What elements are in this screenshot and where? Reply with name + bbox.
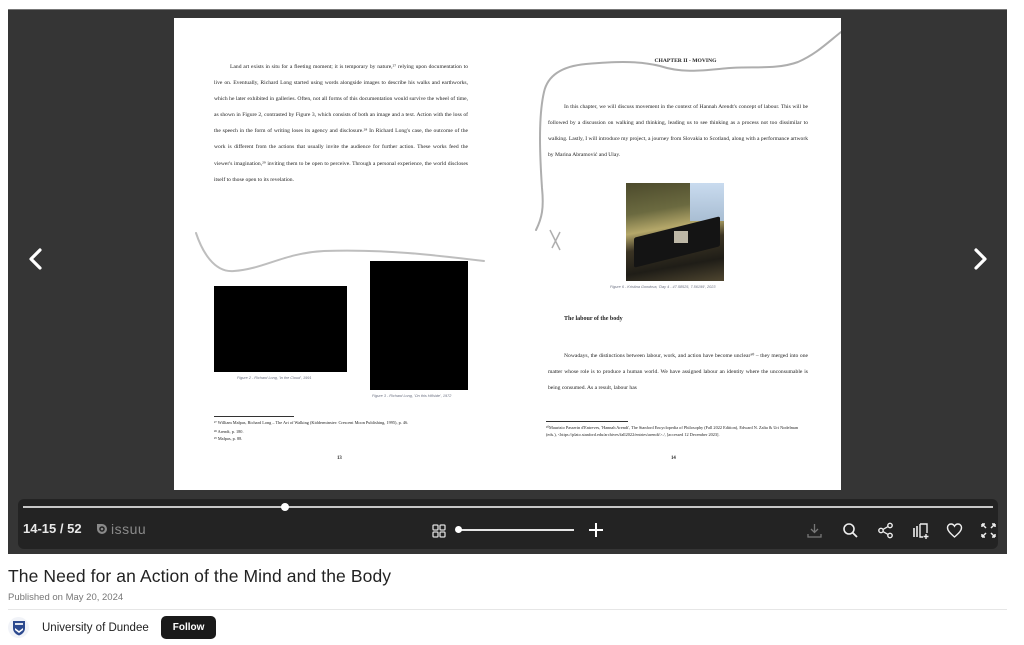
publisher-name[interactable]: University of Dundee: [42, 622, 149, 634]
footnote-27: ²⁷ William Malpas, Richard Long – The Ar…: [214, 420, 409, 425]
share-button[interactable]: [877, 522, 894, 539]
figure-2-image: [214, 286, 347, 372]
next-page-button[interactable]: [966, 242, 994, 276]
page-number-left: 13: [337, 456, 342, 461]
zoom-slider[interactable]: [455, 526, 574, 533]
document-title: The Need for an Action of the Mind and t…: [8, 566, 392, 586]
photo-glass: [674, 231, 688, 243]
chevron-left-icon: [29, 248, 42, 270]
issuu-logo[interactable]: issuu: [96, 521, 146, 537]
zoom-slider-thumb[interactable]: [455, 526, 462, 533]
document-viewer: Land art exists in situ for a fleeting m…: [8, 9, 1007, 554]
fullscreen-icon: [981, 523, 996, 538]
page-indicator: 14-15 / 52: [23, 521, 82, 536]
share-icon: [878, 522, 893, 539]
heart-icon: [946, 523, 963, 538]
footnote-rule: [546, 421, 628, 422]
figure-6-caption: Figure 6 - Kristina Gondova, 'Day 4 - 47…: [610, 285, 716, 289]
figure-3-image: [370, 261, 468, 390]
section-heading: The labour of the body: [564, 316, 623, 322]
add-to-stack-button[interactable]: [912, 522, 929, 539]
footnote-30: ³⁰Maurizio Passerin d'Entreves, 'Hannah …: [546, 425, 799, 437]
university-crest-icon: [12, 620, 25, 635]
chevron-right-icon: [974, 248, 987, 270]
search-icon: [843, 523, 858, 538]
publisher-avatar[interactable]: [8, 617, 29, 638]
page-progress-slider[interactable]: [23, 503, 993, 511]
grid-icon[interactable]: [432, 524, 446, 538]
left-footnotes: ²⁷ William Malpas, Richard Long – The Ar…: [214, 420, 474, 442]
download-button[interactable]: [806, 522, 823, 539]
footnote-29: ²⁹ Malpas, p. 88.: [214, 435, 243, 441]
photo-sky: [690, 183, 724, 221]
publish-date: Published on May 20, 2024: [8, 592, 124, 603]
left-page: Land art exists in situ for a fleeting m…: [174, 18, 530, 490]
divider: [8, 609, 1007, 610]
page-progress-thumb[interactable]: [280, 503, 289, 511]
section-paragraph: Nowadays, the distinctions between labou…: [548, 353, 808, 392]
download-icon: [807, 524, 822, 538]
plus-icon[interactable]: [588, 521, 604, 539]
publisher-row: University of Dundee Follow: [8, 616, 217, 639]
footnote-28: ²⁸ Arendt, p. 180.: [214, 428, 244, 434]
brand-name: issuu: [111, 521, 147, 537]
follow-button[interactable]: Follow: [160, 616, 217, 639]
page-number-right: 14: [671, 456, 676, 461]
like-button[interactable]: [946, 522, 963, 539]
figure-3-caption: Figure 3 - Richard Long, 'On this Hillsi…: [372, 394, 452, 398]
viewer-control-bar: 14-15 / 52 issuu: [18, 499, 998, 549]
chapter-heading: CHAPTER II - MOVING: [654, 58, 717, 64]
fullscreen-button[interactable]: [980, 522, 997, 539]
search-button[interactable]: [842, 522, 859, 539]
footnote-rule: [214, 416, 294, 417]
left-page-paragraph: Land art exists in situ for a fleeting m…: [214, 64, 468, 183]
issuu-mark-icon: [97, 524, 107, 534]
figure-2-caption: Figure 2 - Richard Long, 'In the Cloud',…: [237, 376, 312, 380]
previous-page-button[interactable]: [22, 242, 50, 276]
add-to-stack-icon: [913, 523, 929, 539]
figure-6-photo: [626, 183, 724, 281]
chapter-intro-paragraph: In this chapter, we will discuss movemen…: [548, 104, 808, 159]
page-spread[interactable]: Land art exists in situ for a fleeting m…: [174, 18, 841, 490]
right-page: CHAPTER II - MOVING In this chapter, we …: [530, 18, 841, 490]
